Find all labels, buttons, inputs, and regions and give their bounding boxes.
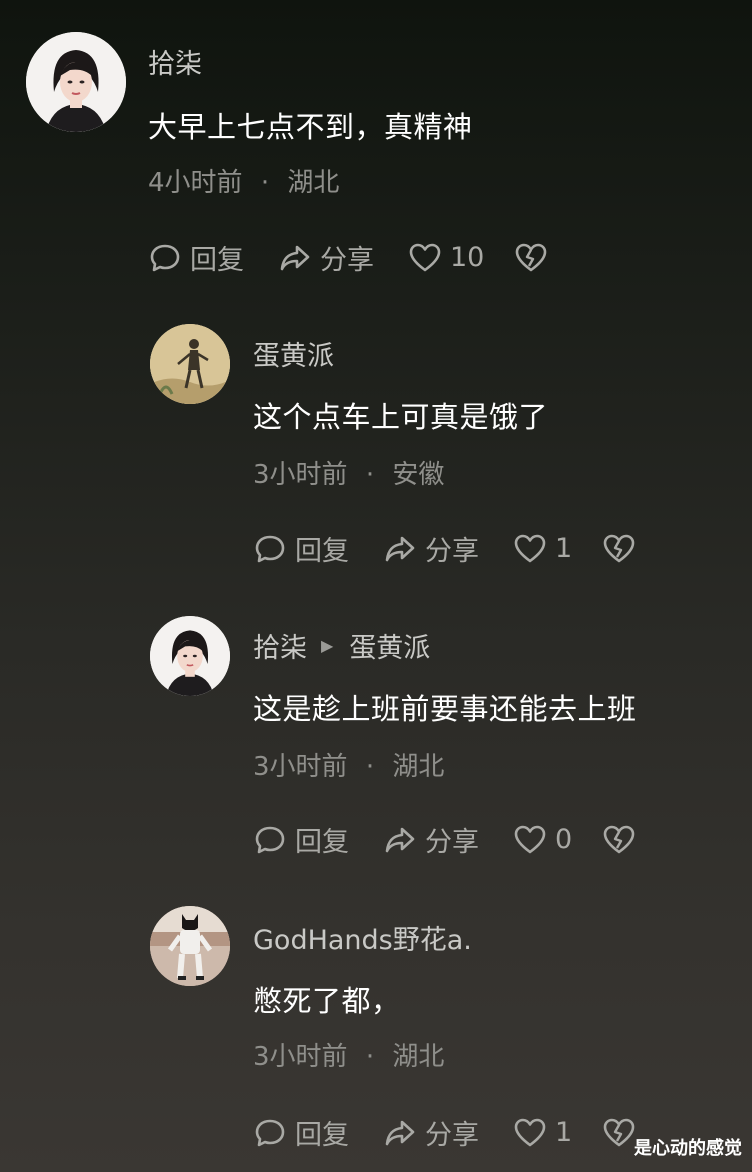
reply-button[interactable]: 回复	[253, 1113, 349, 1152]
masked-figure-avatar-icon	[150, 906, 230, 986]
comment-location: 湖北	[392, 1042, 445, 1072]
comment-text: 憋死了都，	[253, 984, 401, 1018]
avatar[interactable]	[150, 906, 230, 986]
reply-label: 回复	[295, 1120, 349, 1151]
meta-separator: ·	[365, 1042, 375, 1072]
comment-meta: 3小时前 · 湖北	[253, 1036, 444, 1073]
heart-outline-icon	[514, 1118, 546, 1146]
comment-actions: 回复 分享 1	[253, 1113, 670, 1152]
comment-username[interactable]: GodHands野花a.	[253, 918, 472, 957]
share-label: 分享	[425, 1120, 479, 1151]
watermark: 是心动的感觉	[634, 1138, 742, 1159]
comment-4: GodHands野花a. 憋死了都， 3小时前 · 湖北 回复 分享 1	[0, 0, 752, 1172]
comment-time: 3小时前	[253, 1042, 348, 1072]
dislike-button[interactable]	[602, 1116, 636, 1150]
like-count: 1	[555, 1117, 573, 1148]
share-arrow-icon	[385, 1120, 415, 1145]
share-button[interactable]: 分享	[383, 1113, 479, 1152]
reply-bubble-icon	[255, 1119, 285, 1146]
broken-heart-icon	[603, 1118, 635, 1146]
like-button[interactable]: 1	[513, 1116, 572, 1150]
